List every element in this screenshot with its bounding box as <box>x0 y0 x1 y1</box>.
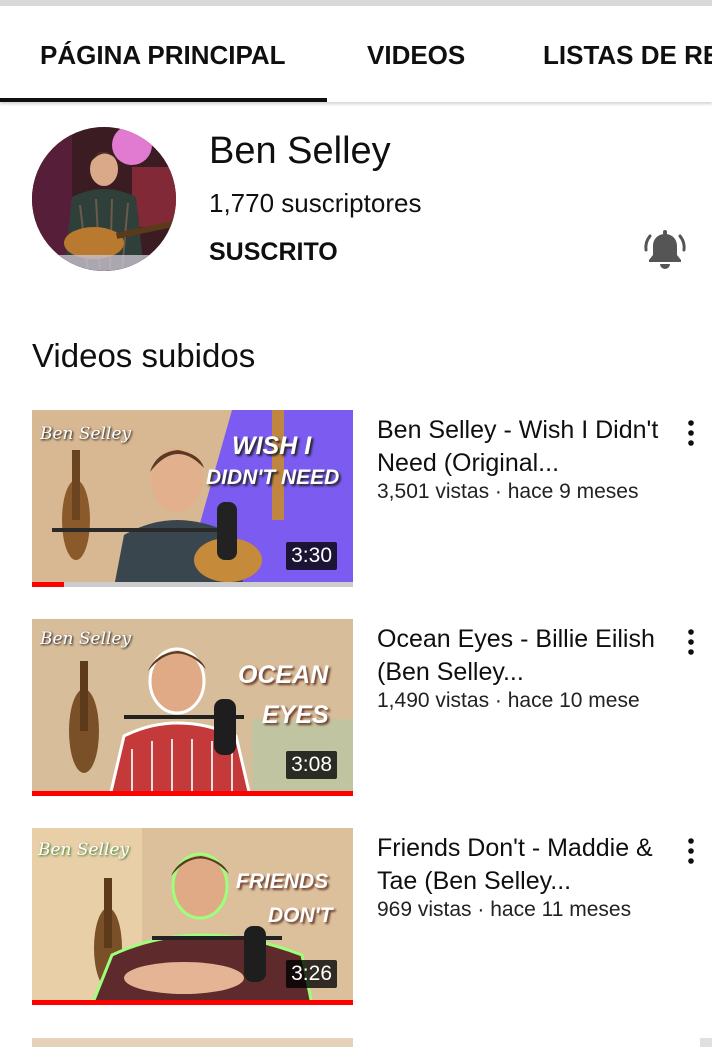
watch-progress-fill <box>32 791 353 796</box>
next-video-partial-edge <box>700 1038 712 1047</box>
more-options-icon[interactable] <box>680 625 702 659</box>
thumbnail-title-line: WISH I <box>232 432 312 460</box>
video-title[interactable]: Friends Don't - Maddie & Tae (Ben Selley… <box>377 832 667 898</box>
video-item[interactable]: Ben Selley WISH I DIDN'T NEED 3:30 Ben S… <box>0 410 712 590</box>
video-duration: 3:08 <box>286 751 337 779</box>
video-item[interactable]: Ben Selley FRIENDS DON'T 3:26 Friends Do… <box>0 828 712 1008</box>
thumbnail-title-line: DIDN'T NEED <box>206 466 340 489</box>
thumbnail-title-line: DON'T <box>268 904 333 927</box>
tab-playlists[interactable]: LISTAS DE RE <box>543 40 712 71</box>
watch-progress <box>32 582 353 587</box>
tab-videos[interactable]: VIDEOS <box>367 40 465 71</box>
thumbnail-brand: Ben Selley <box>40 424 132 444</box>
video-item[interactable]: Ben Selley OCEAN EYES 3:08 Ocean Eyes - … <box>0 619 712 799</box>
video-meta: 969 vistas · hace 11 meses <box>377 898 632 921</box>
thumbnail-brand: Ben Selley <box>38 840 130 860</box>
channel-tabs: PÁGINA PRINCIPAL VIDEOS LISTAS DE RE <box>0 6 712 102</box>
watch-progress-fill <box>32 1000 353 1005</box>
video-duration: 3:26 <box>286 960 337 988</box>
channel-avatar[interactable] <box>32 127 176 271</box>
video-duration: 3:30 <box>286 542 337 570</box>
more-options-icon[interactable] <box>680 416 702 450</box>
notification-bell-icon[interactable] <box>643 228 687 272</box>
subscribed-button[interactable]: SUSCRITO <box>209 238 338 267</box>
next-video-thumbnail-partial[interactable] <box>32 1038 353 1047</box>
watch-progress <box>32 1000 353 1005</box>
thumbnail-title-line: EYES <box>262 701 329 729</box>
video-meta: 3,501 vistas · hace 9 meses <box>377 480 639 503</box>
video-title[interactable]: Ben Selley - Wish I Didn't Need (Origina… <box>377 414 667 480</box>
video-title[interactable]: Ocean Eyes - Billie Eilish (Ben Selley..… <box>377 623 667 689</box>
active-tab-indicator <box>0 98 327 102</box>
video-meta: 1,490 vistas · hace 10 mese <box>377 689 640 712</box>
section-title: Videos subidos <box>32 337 256 374</box>
watch-progress <box>32 791 353 796</box>
thumbnail-brand: Ben Selley <box>40 629 132 649</box>
thumbnail-title-line: OCEAN <box>238 661 329 689</box>
channel-name: Ben Selley <box>209 130 391 172</box>
subscriber-count: 1,770 suscriptores <box>209 188 422 218</box>
more-options-icon[interactable] <box>680 834 702 868</box>
tab-home[interactable]: PÁGINA PRINCIPAL <box>40 40 286 71</box>
watch-progress-fill <box>32 582 65 587</box>
thumbnail-title-line: FRIENDS <box>236 870 329 893</box>
